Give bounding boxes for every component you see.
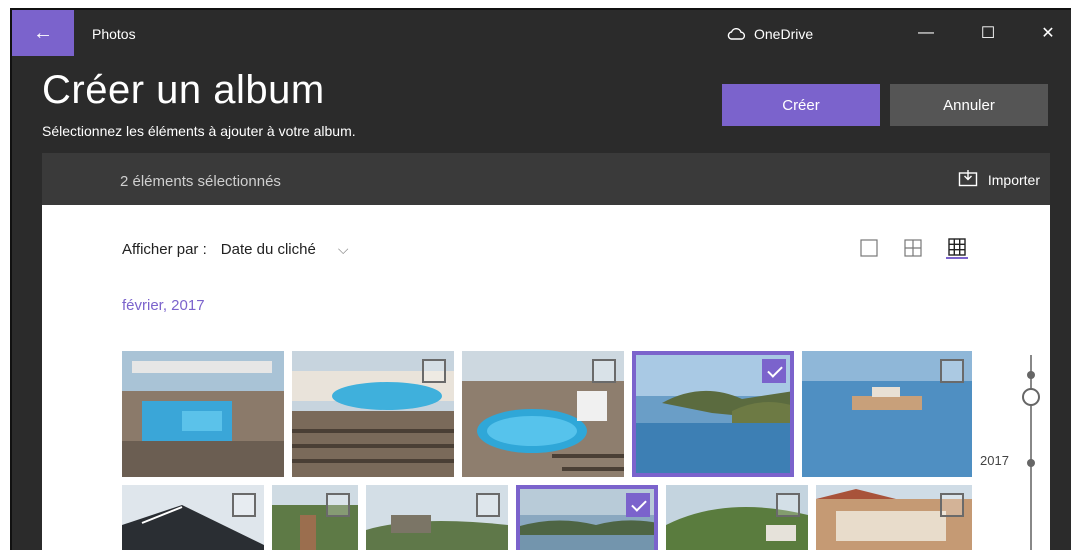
photo-checkbox[interactable] [940,359,964,383]
photo-lounge-chairs-pool[interactable] [292,351,454,477]
view-by-control[interactable]: Afficher par : Date du cliché ⌵ [122,241,348,258]
close-icon: ✕ [1041,25,1055,42]
minimize-icon: — [918,24,934,41]
month-header: février, 2017 [122,297,205,314]
photo-checkbox[interactable] [422,359,446,383]
timeline-dot [1027,371,1035,379]
page-title: Créer un album [42,68,325,112]
selection-bar: 2 éléments sélectionnés Importer [42,153,1050,205]
timeline-dot [1027,459,1035,467]
import-button[interactable]: Importer [958,169,1040,190]
create-button[interactable]: Créer [722,84,880,126]
maximize-icon: ☐ [980,25,996,42]
photo-checkbox[interactable] [592,359,616,383]
photo-green-hillside[interactable] [666,485,808,550]
cancel-button[interactable]: Annuler [890,84,1048,126]
maximize-button[interactable]: ☐ [958,10,1018,56]
photo-checkbox[interactable] [232,493,256,517]
back-arrow-icon: ← [33,21,53,44]
selection-count: 2 éléments sélectionnés [120,173,281,190]
photo-checkbox[interactable] [762,359,786,383]
page-subtitle: Sélectionnez les éléments à ajouter à vo… [42,123,356,139]
photo-harbor-view[interactable] [516,485,658,550]
photo-ship-at-sea[interactable] [802,351,972,477]
timeline-track [1030,355,1032,550]
photo-checkbox[interactable] [776,493,800,517]
photo-ship-bow[interactable] [122,485,264,550]
photo-round-pool[interactable] [462,351,624,477]
medium-thumbnails-icon[interactable] [902,237,924,259]
photo-fort-hill[interactable] [366,485,508,550]
import-label: Importer [987,171,1040,188]
timeline-year: 2017 [980,453,1009,468]
gallery-panel: Afficher par : Date du cliché ⌵ février,… [42,205,1050,550]
minimize-button[interactable]: — [896,10,956,56]
small-thumbnails-icon[interactable] [946,237,968,259]
photo-checkbox[interactable] [326,493,350,517]
cloud-icon [726,28,746,40]
app-title: Photos [92,26,136,42]
onedrive-status[interactable]: OneDrive [726,26,813,42]
thumbnail-size-group [858,237,968,259]
photo-town-buildings[interactable] [816,485,972,550]
back-button[interactable]: ← [12,10,74,56]
chevron-down-icon: ⌵ [337,241,349,257]
close-button[interactable]: ✕ [1018,10,1071,56]
photo-church-tower[interactable] [272,485,358,550]
onedrive-label: OneDrive [754,26,814,42]
view-by-value: Date du cliché [220,241,316,258]
import-icon [958,169,978,190]
photo-bay-coastline[interactable] [632,351,794,477]
photo-checkbox[interactable] [626,493,650,517]
photo-checkbox[interactable] [476,493,500,517]
photo-checkbox[interactable] [940,493,964,517]
timeline-thumb[interactable] [1022,388,1040,406]
large-thumbnails-icon[interactable] [858,237,880,259]
date-scrubber[interactable]: 2017 [976,355,1046,550]
view-by-label: Afficher par : [122,241,207,258]
title-bar: ← Photos OneDrive — ☐ ✕ [12,10,1071,60]
photos-window: ← Photos OneDrive — ☐ ✕ Créer un album S… [10,8,1071,550]
photo-ship-pool-deck[interactable] [122,351,284,477]
